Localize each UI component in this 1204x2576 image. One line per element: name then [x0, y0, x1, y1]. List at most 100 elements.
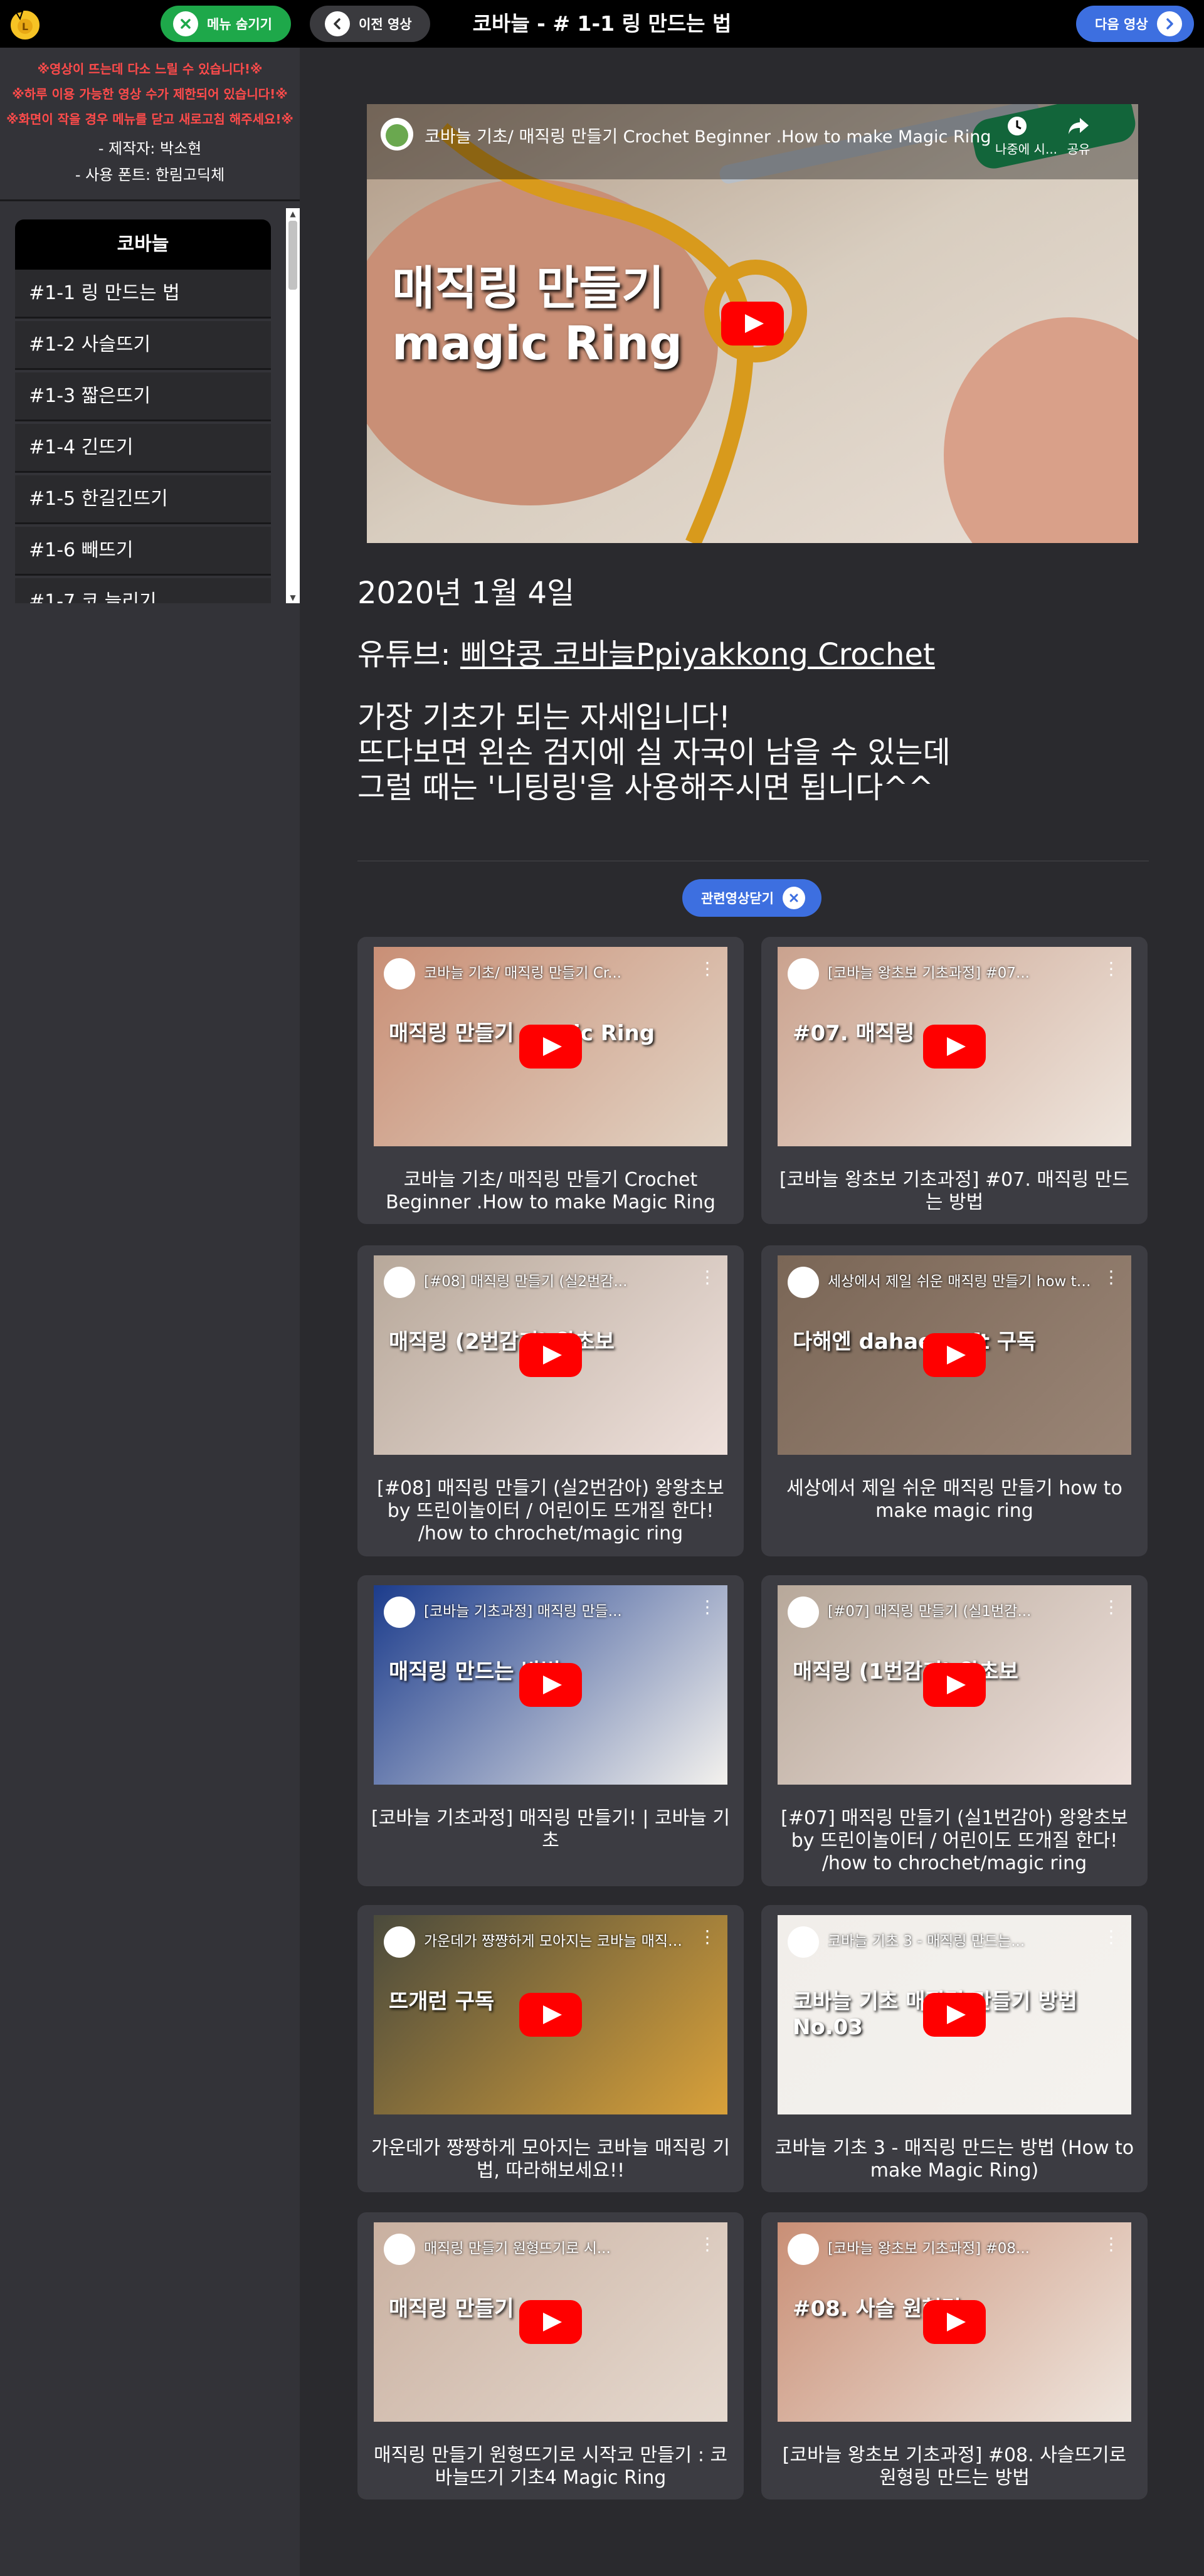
lesson-item[interactable]: #1-1 링 만드는 법: [15, 270, 271, 319]
youtube-prefix: 유튜브:: [357, 637, 460, 672]
related-video-title[interactable]: [#08] 매직링 만들기 (실2번감아) 왕왕초보 by 뜨린이놀이터 / 어…: [370, 1477, 731, 1545]
play-button[interactable]: [923, 1025, 986, 1069]
thumbnail-title: 매직링 만들기 원형뜨기로 시...: [424, 2241, 611, 2257]
player-title[interactable]: 코바늘 기초/ 매직링 만들기 Crochet Beginner .How to…: [425, 123, 991, 147]
related-video-card[interactable]: [코바늘 왕초보 기초과정] #07... ⋮ #07. 매직링 [코바늘 왕초보 기…: [761, 937, 1148, 1224]
channel-avatar[interactable]: [384, 958, 415, 990]
share-button[interactable]: 공유: [1057, 115, 1101, 157]
video-thumbnail[interactable]: [코바늘 기초과정] 매직링 만들... ⋮ 매직링 만드는 방법: [374, 1585, 727, 1785]
play-button[interactable]: [519, 1333, 582, 1377]
thumbnail-title: [코바늘 왕초보 기초과정] #07...: [828, 965, 1030, 981]
more-options-icon[interactable]: ⋮: [1102, 1267, 1120, 1287]
related-video-title[interactable]: 코바늘 기초 3 - 매직링 만드는 방법 (How to make Magic…: [774, 2137, 1135, 2182]
play-button[interactable]: [519, 1663, 582, 1707]
scrollbar-thumb[interactable]: [288, 221, 297, 290]
scroll-up-icon[interactable]: ▲: [288, 209, 297, 218]
player-overlay-text: 매직링 만들기 magic Ring: [392, 261, 682, 371]
related-video-card[interactable]: [코바늘 왕초보 기초과정] #08... ⋮ #08. 사슬 원형링 [코바늘 왕초…: [761, 2212, 1148, 2499]
lesson-item[interactable]: #1-7 코 늘리기: [15, 578, 271, 603]
channel-avatar[interactable]: [788, 1926, 819, 1958]
channel-avatar[interactable]: [384, 1267, 415, 1298]
channel-avatar[interactable]: [384, 2234, 415, 2265]
related-video-title[interactable]: [코바늘 기초과정] 매직링 만들기! | 코바늘 기초: [370, 1807, 731, 1852]
related-video-title[interactable]: [코바늘 왕초보 기초과정] #08. 사슬뜨기로 원형링 만드는 방법: [774, 2444, 1135, 2489]
close-icon: [782, 887, 805, 909]
video-thumbnail[interactable]: 매직링 만들기 원형뜨기로 시... ⋮ 매직링 만들기: [374, 2222, 727, 2422]
channel-avatar[interactable]: [788, 2234, 819, 2265]
more-options-icon[interactable]: ⋮: [699, 1267, 716, 1287]
watch-later-button[interactable]: 나중에 시...: [995, 115, 1057, 157]
lesson-item[interactable]: #1-2 사슬뜨기: [15, 321, 271, 370]
play-button[interactable]: [923, 1663, 986, 1707]
lesson-list-scrollbar[interactable]: ▲ ▼: [286, 208, 300, 603]
related-video-title[interactable]: [#07] 매직링 만들기 (실1번감아) 왕왕초보 by 뜨린이놀이터 / 어…: [774, 1807, 1135, 1875]
notice-block: ※영상이 뜨는데 다소 느릴 수 있습니다!※ ※하루 이용 가능한 영상 수가…: [0, 56, 300, 132]
related-video-title[interactable]: 코바늘 기초/ 매직링 만들기 Crochet Beginner .How to…: [370, 1169, 731, 1214]
scroll-down-icon[interactable]: ▼: [288, 593, 297, 602]
play-button[interactable]: [923, 1333, 986, 1377]
video-player[interactable]: 코바늘 기초/ 매직링 만들기 Crochet Beginner .How to…: [367, 104, 1138, 543]
upload-date: 2020년 1월 4일: [357, 576, 575, 611]
related-video-card[interactable]: 매직링 만들기 원형뜨기로 시... ⋮ 매직링 만들기 매직링 만들기 원형뜨기로 …: [357, 2212, 744, 2499]
play-button[interactable]: [519, 2300, 582, 2344]
related-video-title[interactable]: 가운데가 쨩쨩하게 모아지는 코바늘 매직링 기법, 따라해보세요!!: [370, 2137, 731, 2182]
channel-avatar[interactable]: [788, 1267, 819, 1298]
lesson-item[interactable]: #1-4 긴뜨기: [15, 424, 271, 473]
play-button[interactable]: [519, 1993, 582, 2037]
lesson-list[interactable]: 코바늘 #1-1 링 만드는 법 #1-2 사슬뜨기 #1-3 짧은뜨기 #1-…: [0, 208, 300, 603]
video-thumbnail[interactable]: [#08] 매직링 만들기 (실2번감... ⋮ 매직링 (2번감기) 왕초보: [374, 1255, 727, 1455]
prev-video-button[interactable]: 이전 영상: [310, 6, 430, 42]
player-overlay-line1: 매직링 만들기: [392, 261, 665, 315]
related-video-card[interactable]: [코바늘 기초과정] 매직링 만들... ⋮ 매직링 만드는 방법 [코바늘 기초과정…: [357, 1575, 744, 1886]
related-video-card[interactable]: [#08] 매직링 만들기 (실2번감... ⋮ 매직링 (2번감기) 왕초보 [#0…: [357, 1245, 744, 1556]
more-options-icon[interactable]: ⋮: [699, 1926, 716, 1947]
play-button[interactable]: [721, 302, 784, 346]
prev-video-label: 이전 영상: [359, 17, 412, 32]
related-close-button[interactable]: 관련영상닫기: [682, 879, 821, 917]
video-thumbnail[interactable]: [코바늘 왕초보 기초과정] #07... ⋮ #07. 매직링: [778, 947, 1131, 1146]
video-description: 가장 기초가 되는 자세입니다! 뜨다보면 왼손 검지에 실 자국이 남을 수 …: [357, 700, 951, 805]
more-options-icon[interactable]: ⋮: [699, 2234, 716, 2254]
youtube-channel-link[interactable]: 삐약콩 코바늘Ppiyakkong Crochet: [460, 637, 935, 672]
play-button[interactable]: [519, 1025, 582, 1069]
related-video-card[interactable]: [#07] 매직링 만들기 (실1번감... ⋮ 매직링 (1번감기) 왕초보 [#0…: [761, 1575, 1148, 1886]
video-thumbnail[interactable]: 코바늘 기초 3 - 매직링 만드는...⋮코바늘 기초 매직링 만들기 방법 …: [778, 1915, 1131, 2114]
related-video-title[interactable]: 매직링 만들기 원형뜨기로 시작코 만들기 : 코바늘뜨기 기초4 Magic …: [370, 2444, 731, 2489]
more-options-icon[interactable]: ⋮: [1102, 958, 1120, 979]
menu-hide-button[interactable]: 메뉴 숨기기: [161, 6, 291, 42]
related-video-title[interactable]: [코바늘 왕초보 기초과정] #07. 매직링 만드는 방법: [774, 1169, 1135, 1214]
lesson-item[interactable]: #1-5 한길긴뜨기: [15, 475, 271, 524]
related-video-title[interactable]: 세상에서 제일 쉬운 매직링 만들기 how to make magic rin…: [774, 1477, 1135, 1523]
description-line: 가장 기초가 되는 자세입니다!: [357, 700, 731, 735]
more-options-icon[interactable]: ⋮: [699, 958, 716, 979]
next-video-button[interactable]: 다음 영상: [1076, 6, 1194, 42]
channel-avatar[interactable]: [384, 1597, 415, 1628]
related-video-card[interactable]: 가운데가 쨩쨩하게 모아지는 코바늘 매직링 기법, 따라해보세요!!⋮뜨개런 …: [357, 1905, 744, 2192]
lesson-item[interactable]: #1-6 빼뜨기: [15, 527, 271, 576]
channel-avatar[interactable]: [384, 1926, 415, 1958]
more-options-icon[interactable]: ⋮: [1102, 1597, 1120, 1617]
thumbnail-title: [#08] 매직링 만들기 (실2번감...: [424, 1274, 628, 1290]
video-thumbnail[interactable]: 코바늘 기초/ 매직링 만들기 Cr...⋮매직링 만들기 magic Ring: [374, 947, 727, 1146]
play-button[interactable]: [923, 2300, 986, 2344]
related-video-card[interactable]: 세상에서 제일 쉬운 매직링 만들기 how to make magic rin…: [761, 1245, 1148, 1556]
more-options-icon[interactable]: ⋮: [699, 1597, 716, 1617]
related-video-card[interactable]: 코바늘 기초 3 - 매직링 만드는...⋮코바늘 기초 매직링 만들기 방법 …: [761, 1905, 1148, 2192]
description-line: 뜨다보면 왼손 검지에 실 자국이 남을 수 있는데: [357, 735, 951, 770]
video-thumbnail[interactable]: 세상에서 제일 쉬운 매직링 만들기 how to make magic rin…: [778, 1255, 1131, 1455]
menu-hide-label: 메뉴 숨기기: [207, 17, 272, 32]
more-options-icon[interactable]: ⋮: [1102, 2234, 1120, 2254]
play-button[interactable]: [923, 1993, 986, 2037]
video-thumbnail[interactable]: [#07] 매직링 만들기 (실1번감... ⋮ 매직링 (1번감기) 왕초보: [778, 1585, 1131, 1785]
chevron-right-icon: [1156, 11, 1182, 36]
channel-avatar[interactable]: [788, 1597, 819, 1628]
more-options-icon[interactable]: ⋮: [1102, 1926, 1120, 1947]
related-video-card[interactable]: 코바늘 기초/ 매직링 만들기 Cr...⋮매직링 만들기 magic Ring…: [357, 937, 744, 1224]
video-thumbnail[interactable]: 가운데가 쨩쨩하게 모아지는 코바늘 매직링 기법, 따라해보세요!!⋮뜨개런 …: [374, 1915, 727, 2114]
thumbnail-title: 세상에서 제일 쉬운 매직링 만들기 how to make magic rin…: [828, 1274, 1094, 1290]
channel-avatar[interactable]: [788, 958, 819, 990]
svg-text:L: L: [22, 21, 28, 33]
lesson-item[interactable]: #1-3 짧은뜨기: [15, 372, 271, 421]
logo-icon[interactable]: L: [6, 5, 44, 43]
video-thumbnail[interactable]: [코바늘 왕초보 기초과정] #08... ⋮ #08. 사슬 원형링: [778, 2222, 1131, 2422]
